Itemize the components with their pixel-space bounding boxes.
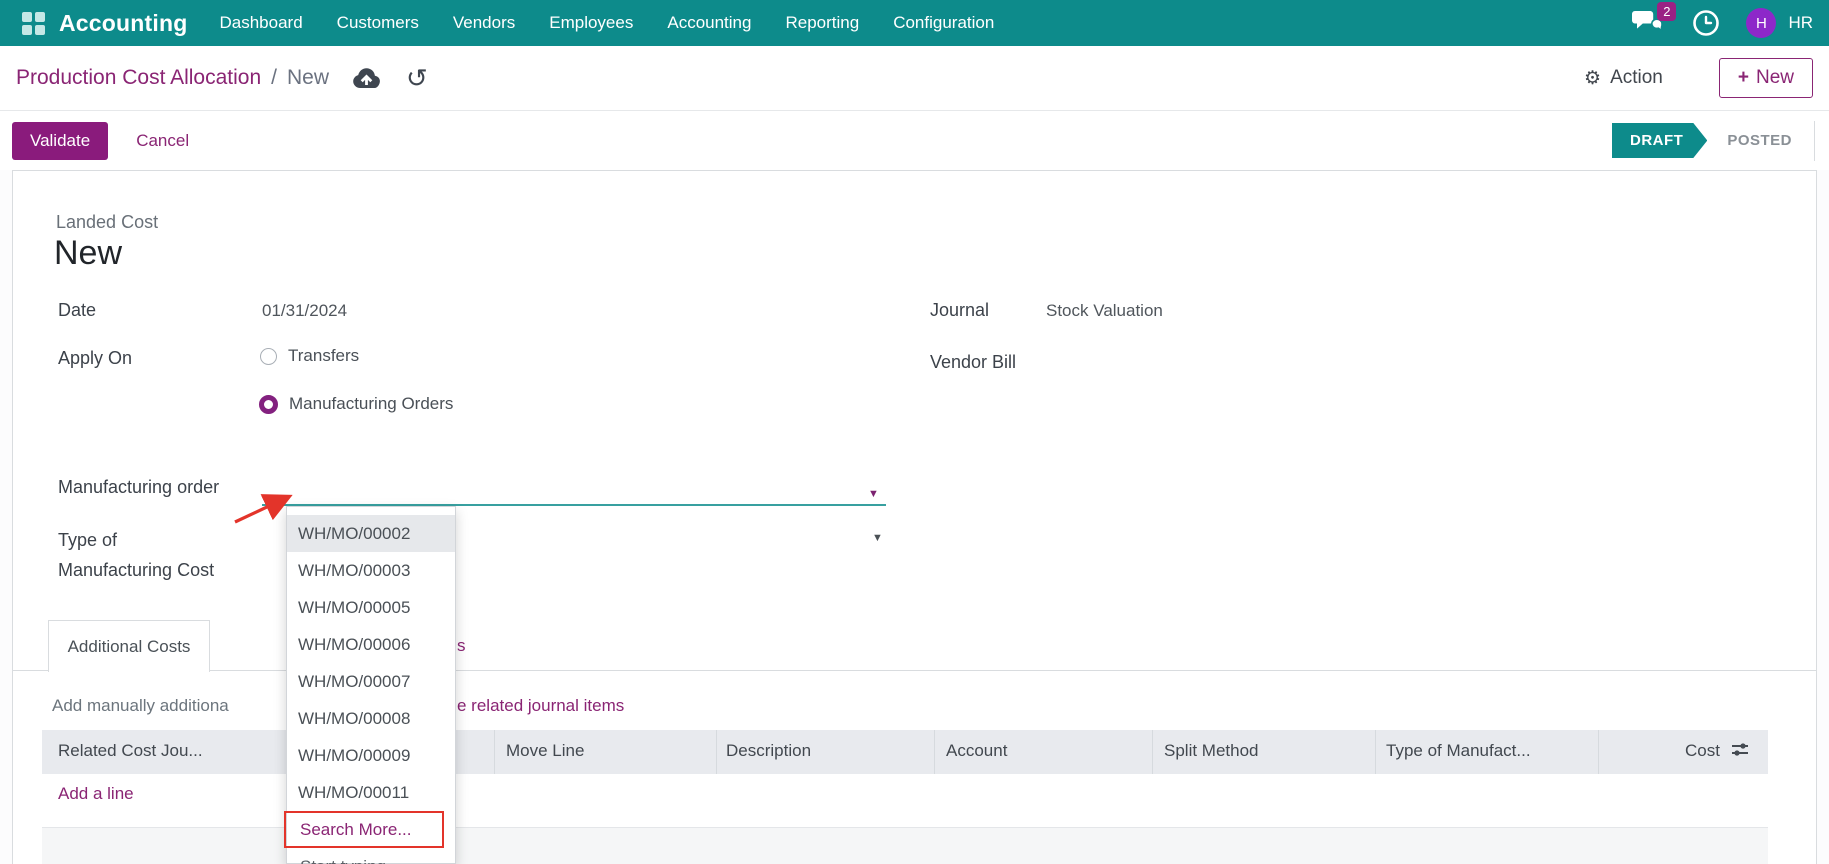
col-move-line: Move Line [506,741,584,761]
menu-configuration[interactable]: Configuration [893,13,994,33]
top-navbar: Accounting Dashboard Customers Vendors E… [0,0,1829,46]
validate-button[interactable]: Validate [12,122,108,160]
radio-checked-icon[interactable] [259,395,278,414]
save-cloud-icon[interactable] [353,68,380,89]
col-type-of-manufacturing: Type of Manufact... [1386,741,1531,761]
dropdown-item[interactable]: WH/MO/00011 [287,774,455,811]
user-avatar[interactable]: H [1746,8,1776,38]
state-draft-badge[interactable]: DRAFT [1612,123,1707,158]
radio-manufacturing-orders[interactable]: Manufacturing Orders [259,394,453,414]
column-divider [1152,730,1153,774]
help-text-left-fragment: Add manually additiona [52,696,287,716]
radio-transfers-label: Transfers [288,346,359,366]
column-divider [1375,730,1376,774]
new-button-label: New [1756,67,1794,89]
apply-on-label: Apply On [58,348,132,369]
form-statusbar: Validate Cancel DRAFT POSTED [0,110,1829,170]
breadcrumb-current: New [287,66,329,90]
control-panel: Production Cost Allocation / New ↺ ⚙ Act… [0,46,1829,110]
col-cost: Cost [1640,741,1720,761]
record-title: New [54,234,122,273]
menu-reporting[interactable]: Reporting [785,13,859,33]
radio-transfers[interactable]: Transfers [260,346,359,366]
column-divider [934,730,935,774]
app-name[interactable]: Accounting [59,10,188,37]
messages-icon[interactable]: 2 [1632,9,1666,37]
navbar-right: 2 H HR [1632,8,1813,38]
dropdown-item[interactable]: WH/MO/00006 [287,626,455,663]
radio-manufacturing-orders-label: Manufacturing Orders [289,394,453,414]
avatar-initial: H [1756,15,1767,32]
start-typing-hint: Start typing... [287,848,455,864]
action-label: Action [1610,67,1663,89]
dropdown-item[interactable]: WH/MO/00009 [287,737,455,774]
record-subtitle: Landed Cost [56,212,158,233]
state-posted[interactable]: POSTED [1727,132,1792,149]
dropdown-item[interactable]: WH/MO/00002 [287,515,455,552]
menu-dashboard[interactable]: Dashboard [220,13,303,33]
date-label: Date [58,300,96,321]
user-name[interactable]: HR [1788,13,1813,33]
menu-vendors[interactable]: Vendors [453,13,515,33]
menu-accounting[interactable]: Accounting [667,13,751,33]
gear-icon: ⚙ [1584,67,1601,90]
new-record-button[interactable]: + New [1719,58,1813,98]
col-description: Description [726,741,811,761]
date-value[interactable]: 01/31/2024 [262,301,347,321]
activities-clock-icon[interactable] [1692,9,1720,37]
chevron-down-icon[interactable]: ▼ [868,488,879,500]
col-account: Account [946,741,1007,761]
breadcrumb-separator: / [271,66,277,90]
col-split-method: Split Method [1164,741,1259,761]
type-of-cost-label-line2: Manufacturing Cost [58,560,214,581]
type-of-cost-label-line1: Type of [58,530,117,551]
help-text-link-fragment[interactable]: e related journal items [457,696,624,716]
dropdown-item[interactable]: WH/MO/00003 [287,552,455,589]
manufacturing-order-input[interactable] [262,470,886,506]
chevron-down-icon[interactable]: ▼ [872,532,883,544]
journal-value[interactable]: Stock Valuation [1046,301,1163,321]
apps-grid-icon[interactable] [22,12,45,35]
plus-icon: + [1738,67,1749,89]
column-divider [1598,730,1599,774]
optional-columns-icon[interactable] [1730,740,1750,765]
col-related-cost-journal: Related Cost Jou... [58,741,203,761]
statusbar-divider [1814,121,1815,161]
action-menu-button[interactable]: ⚙ Action [1584,67,1663,90]
vendor-bill-label: Vendor Bill [930,352,1016,373]
dropdown-item[interactable]: WH/MO/00007 [287,663,455,700]
column-divider [716,730,717,774]
messages-count-badge: 2 [1657,2,1676,21]
dropdown-item[interactable]: WH/MO/00005 [287,589,455,626]
odoo-screen: Accounting Dashboard Customers Vendors E… [0,0,1829,864]
discard-undo-icon[interactable]: ↺ [406,68,428,88]
dropdown-item[interactable]: WH/MO/00008 [287,700,455,737]
tab-additional-costs[interactable]: Additional Costs [48,620,210,672]
journal-label: Journal [930,300,989,321]
main-menu: Dashboard Customers Vendors Employees Ac… [220,13,995,33]
search-more-option[interactable]: Search More... [287,811,455,848]
breadcrumb-root-link[interactable]: Production Cost Allocation [16,66,261,90]
tab-second-partial[interactable]: s [457,636,466,656]
tabs-bottom-border [13,670,1816,671]
radio-unchecked-icon[interactable] [260,348,277,365]
menu-employees[interactable]: Employees [549,13,633,33]
add-a-line-link[interactable]: Add a line [58,784,134,804]
manufacturing-order-dropdown: WH/MO/00002 WH/MO/00003 WH/MO/00005 WH/M… [286,506,456,864]
column-divider [494,730,495,774]
manufacturing-order-label: Manufacturing order [58,477,219,498]
menu-customers[interactable]: Customers [337,13,419,33]
cancel-button[interactable]: Cancel [136,131,189,151]
